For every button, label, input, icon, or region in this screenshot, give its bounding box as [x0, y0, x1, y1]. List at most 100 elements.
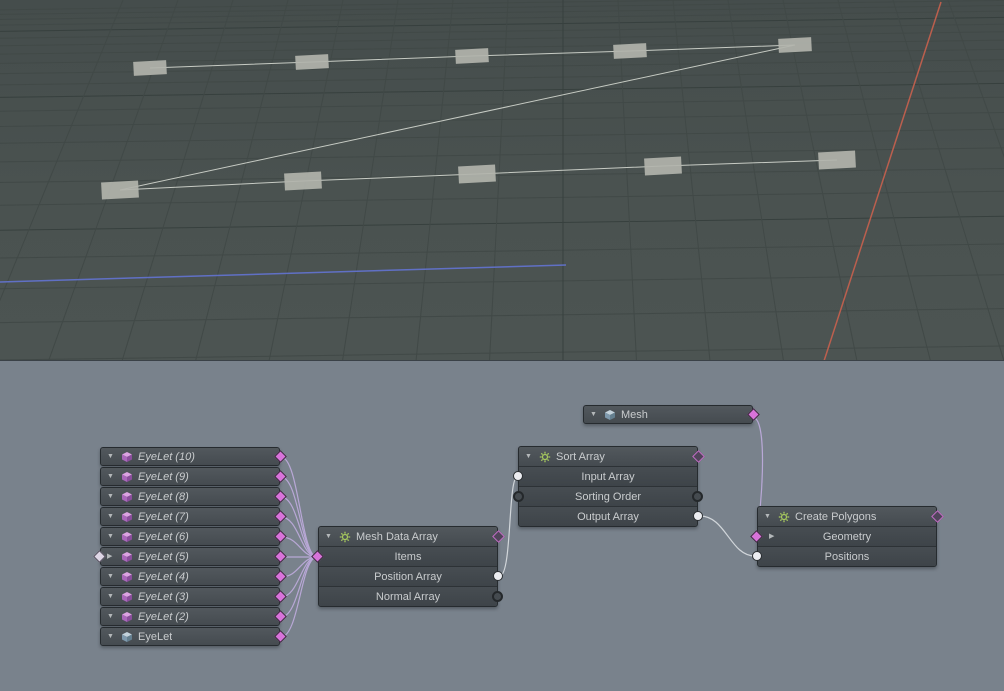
- channel-label: Geometry: [823, 531, 871, 543]
- collapse-arrow-icon[interactable]: ▼: [107, 453, 116, 460]
- mesh-quad[interactable]: [778, 37, 812, 53]
- node-mesh-data-array[interactable]: ▼ Mesh Data Array Items Position Array N…: [318, 526, 498, 607]
- mesh-quad[interactable]: [101, 181, 139, 200]
- sorting-order-input-port[interactable]: [513, 491, 524, 502]
- mesh-instance-icon: [121, 591, 133, 603]
- mesh-instance-icon: [121, 491, 133, 503]
- mesh-instance-icon: [121, 571, 133, 583]
- mesh-quad[interactable]: [613, 43, 647, 59]
- position-array-output-port[interactable]: [493, 571, 503, 581]
- wire-eyelet2-items: [281, 557, 317, 617]
- sorting-order-output-port[interactable]: [692, 491, 703, 502]
- channel-row-positions[interactable]: Positions: [758, 547, 936, 566]
- channel-label: Normal Array: [376, 591, 440, 603]
- collapse-arrow-icon[interactable]: ▼: [107, 513, 116, 520]
- mesh-instance-icon: [121, 451, 133, 463]
- node-title: Mesh: [621, 409, 648, 421]
- grid-lines: [0, 0, 1004, 361]
- node-eyelet-10[interactable]: ▼ EyeLet (10): [100, 447, 280, 466]
- wire-eyelet3-items: [281, 557, 317, 597]
- mesh-quad[interactable]: [295, 54, 329, 70]
- wire-eyelet4-items: [281, 557, 317, 577]
- expand-arrow-icon[interactable]: ▶: [769, 533, 774, 540]
- application-window: ▼ EyeLet (10) ▼ EyeLet (9) ▼ EyeLet (8): [0, 0, 1004, 691]
- node-title: EyeLet (7): [138, 511, 189, 523]
- wire-outputarray-positions: [700, 516, 755, 556]
- output-array-port[interactable]: [693, 511, 703, 521]
- mesh-quad[interactable]: [284, 172, 322, 191]
- node-eyelet-6[interactable]: ▼ EyeLet (6): [100, 527, 280, 546]
- channel-row-items[interactable]: Items: [319, 547, 497, 567]
- channel-label: Position Array: [374, 571, 442, 583]
- wire-eyelet8-items: [281, 497, 317, 557]
- node-sort-array[interactable]: ▼ Sort Array Input Array Sorting Order O…: [518, 446, 698, 527]
- node-title: EyeLet (6): [138, 531, 189, 543]
- channel-row-input-array[interactable]: Input Array: [519, 467, 697, 487]
- wire-eyelet10-items: [281, 457, 317, 557]
- channel-label: Input Array: [581, 471, 634, 483]
- positions-input-port[interactable]: [752, 551, 762, 561]
- collapse-arrow-icon[interactable]: ▼: [107, 593, 116, 600]
- node-title: Mesh Data Array: [356, 531, 438, 543]
- mesh-instance-icon: [121, 531, 133, 543]
- node-mesh[interactable]: ▼ Mesh: [583, 405, 753, 424]
- collapse-arrow-icon[interactable]: ▼: [107, 473, 116, 480]
- node-title: EyeLet (9): [138, 471, 189, 483]
- mesh-quad[interactable]: [133, 60, 167, 76]
- axis-x-line: [824, 2, 941, 361]
- node-eyelet-8[interactable]: ▼ EyeLet (8): [100, 487, 280, 506]
- node-eyelet[interactable]: ▼ EyeLet: [100, 627, 280, 646]
- channel-label: Items: [395, 551, 422, 563]
- channel-label: Positions: [825, 551, 870, 563]
- mesh-instance-icon: [121, 511, 133, 523]
- node-title: EyeLet (2): [138, 611, 189, 623]
- node-title: EyeLet (4): [138, 571, 189, 583]
- channel-label: Output Array: [577, 511, 639, 523]
- channel-row-position-array[interactable]: Position Array: [319, 567, 497, 587]
- viewport-canvas: [0, 0, 1004, 361]
- collapse-arrow-icon[interactable]: ▼: [107, 493, 116, 500]
- collapse-arrow-icon[interactable]: ▼: [107, 613, 116, 620]
- mesh-quad[interactable]: [455, 48, 489, 64]
- node-title: EyeLet: [138, 631, 172, 643]
- node-eyelet-9[interactable]: ▼ EyeLet (9): [100, 467, 280, 486]
- mesh-quad[interactable]: [644, 157, 682, 176]
- collapse-arrow-icon[interactable]: ▼: [107, 573, 116, 580]
- mesh-quad[interactable]: [458, 165, 496, 184]
- collapse-arrow-icon[interactable]: ▼: [590, 411, 599, 418]
- input-array-port[interactable]: [513, 471, 523, 481]
- node-eyelet-7[interactable]: ▼ EyeLet (7): [100, 507, 280, 526]
- gear-icon: [539, 451, 551, 463]
- collapse-arrow-icon[interactable]: ▼: [525, 453, 534, 460]
- node-eyelet-4[interactable]: ▼ EyeLet (4): [100, 567, 280, 586]
- wire-eyelet7-items: [281, 517, 317, 557]
- channel-row-geometry[interactable]: ▶ Geometry: [758, 527, 936, 547]
- channel-row-sorting-order[interactable]: Sorting Order: [519, 487, 697, 507]
- mesh-instance-icon: [121, 471, 133, 483]
- node-title: EyeLet (10): [138, 451, 195, 463]
- axis-z-line: [0, 265, 566, 282]
- mesh-instance-icon: [121, 611, 133, 623]
- node-eyelet-2[interactable]: ▼ EyeLet (2): [100, 607, 280, 626]
- wire-eyelet9-items: [281, 477, 317, 557]
- node-eyelet-5[interactable]: ▶ EyeLet (5): [100, 547, 280, 566]
- expand-arrow-icon[interactable]: ▶: [107, 553, 116, 560]
- collapse-arrow-icon[interactable]: ▼: [325, 533, 334, 540]
- node-eyelet-3[interactable]: ▼ EyeLet (3): [100, 587, 280, 606]
- node-title: Sort Array: [556, 451, 605, 463]
- collapse-arrow-icon[interactable]: ▼: [107, 533, 116, 540]
- gear-icon: [339, 531, 351, 543]
- channel-row-output-array[interactable]: Output Array: [519, 507, 697, 526]
- collapse-arrow-icon[interactable]: ▼: [107, 633, 116, 640]
- normal-array-output-port[interactable]: [492, 591, 503, 602]
- mesh-quad[interactable]: [818, 151, 856, 170]
- channel-label: Sorting Order: [575, 491, 641, 503]
- collapse-arrow-icon[interactable]: ▼: [764, 513, 773, 520]
- viewport-3d[interactable]: [0, 0, 1004, 360]
- node-title: EyeLet (5): [138, 551, 189, 563]
- node-create-polygons[interactable]: ▼ Create Polygons ▶ Geometry Positions: [757, 506, 937, 567]
- schematic-view[interactable]: ▼ EyeLet (10) ▼ EyeLet (9) ▼ EyeLet (8): [0, 360, 1004, 691]
- channel-row-normal-array[interactable]: Normal Array: [319, 587, 497, 606]
- mesh-instance-icon: [121, 551, 133, 563]
- node-title: EyeLet (3): [138, 591, 189, 603]
